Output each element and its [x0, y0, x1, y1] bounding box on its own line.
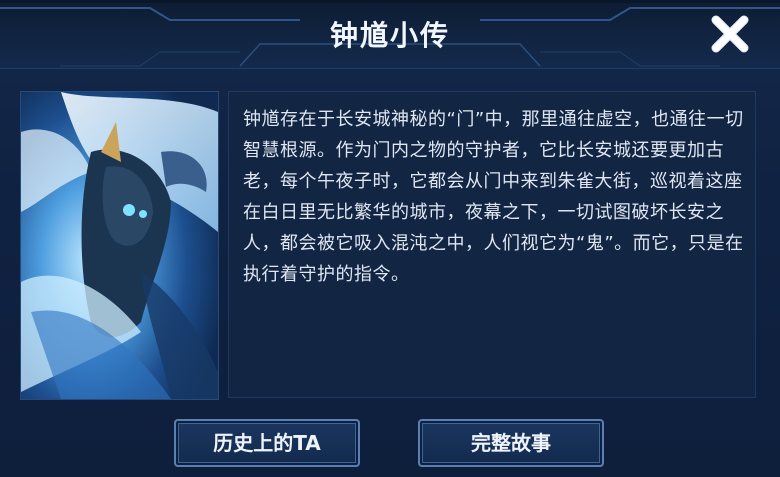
close-button[interactable] — [702, 8, 758, 60]
hero-portrait — [20, 91, 219, 400]
page-title: 钟馗小传 — [329, 19, 450, 52]
hero-portrait-art — [21, 92, 218, 399]
close-icon — [711, 15, 749, 53]
story-text: 钟馗存在于长安城神秘的“门”中，那里通往虚空，也通往一切智慧根源。作为门内之物的… — [243, 109, 744, 285]
full-story-button[interactable]: 完整故事 — [418, 419, 604, 467]
story-box: 钟馗存在于长安城神秘的“门”中，那里通往虚空，也通往一切智慧根源。作为门内之物的… — [228, 91, 756, 398]
history-button[interactable]: 历史上的TA — [174, 419, 360, 467]
hero-bio-panel: 钟馗小传 钟馗存在于长安城神秘的“门”中，那里通往虚空，也通往一切智慧根源。作为… — [0, 0, 780, 477]
header-bar: 钟馗小传 — [0, 0, 780, 69]
